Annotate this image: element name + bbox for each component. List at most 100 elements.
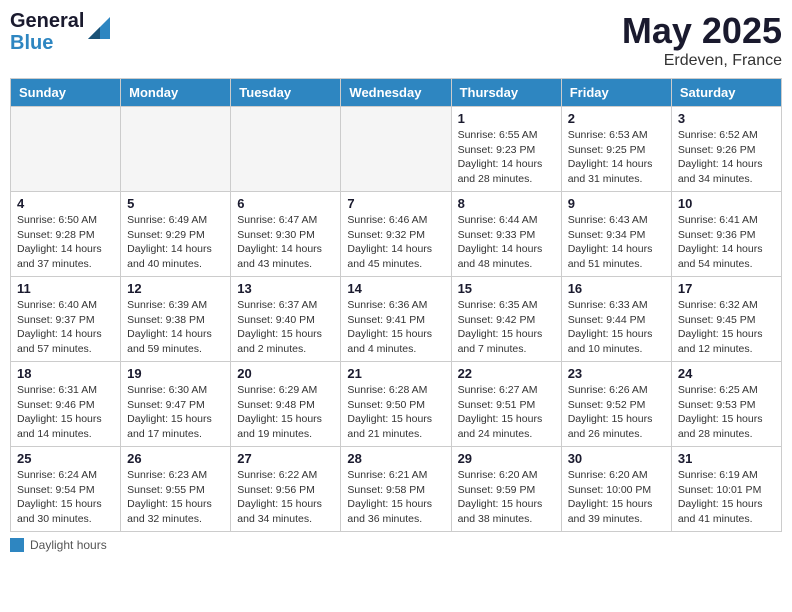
day-info: Sunrise: 6:32 AM Sunset: 9:45 PM Dayligh…: [678, 298, 775, 357]
day-info: Sunrise: 6:27 AM Sunset: 9:51 PM Dayligh…: [458, 383, 555, 442]
day-number: 31: [678, 451, 775, 466]
calendar-cell: [341, 107, 451, 192]
calendar-cell: [231, 107, 341, 192]
day-number: 21: [347, 366, 444, 381]
day-number: 4: [17, 196, 114, 211]
day-info: Sunrise: 6:20 AM Sunset: 9:59 PM Dayligh…: [458, 468, 555, 527]
day-number: 25: [17, 451, 114, 466]
calendar-cell: 17 Sunrise: 6:32 AM Sunset: 9:45 PM Dayli…: [671, 277, 781, 362]
day-info: Sunrise: 6:21 AM Sunset: 9:58 PM Dayligh…: [347, 468, 444, 527]
calendar-cell: 13 Sunrise: 6:37 AM Sunset: 9:40 PM Dayli…: [231, 277, 341, 362]
day-number: 19: [127, 366, 224, 381]
day-number: 30: [568, 451, 665, 466]
day-number: 16: [568, 281, 665, 296]
day-info: Sunrise: 6:20 AM Sunset: 10:00 PM Daylig…: [568, 468, 665, 527]
calendar-cell: 12Sunrise: 6:39 AM Sunset: 9:38 PM Dayli…: [121, 277, 231, 362]
day-info: Sunrise: 6:52 AM Sunset: 9:26 PM Dayligh…: [678, 128, 775, 187]
footer-note: Daylight hours: [10, 538, 782, 552]
week-row-4: 18 Sunrise: 6:31 AM Sunset: 9:46 PM Dayli…: [11, 362, 782, 447]
day-info: Sunrise: 6:49 AM Sunset: 9:29 PM Dayligh…: [127, 213, 224, 272]
day-number: 26: [127, 451, 224, 466]
day-number: 17: [678, 281, 775, 296]
day-header-friday: Friday: [561, 79, 671, 107]
week-row-3: 11 Sunrise: 6:40 AM Sunset: 9:37 PM Dayli…: [11, 277, 782, 362]
calendar-cell: 21Sunrise: 6:28 AM Sunset: 9:50 PM Dayli…: [341, 362, 451, 447]
day-info: Sunrise: 6:47 AM Sunset: 9:30 PM Dayligh…: [237, 213, 334, 272]
calendar-cell: 30 Sunrise: 6:20 AM Sunset: 10:00 PM Dayl…: [561, 447, 671, 532]
calendar-cell: 28Sunrise: 6:21 AM Sunset: 9:58 PM Dayli…: [341, 447, 451, 532]
week-row-2: 4 Sunrise: 6:50 AM Sunset: 9:28 PM Daylig…: [11, 192, 782, 277]
day-header-thursday: Thursday: [451, 79, 561, 107]
calendar-cell: [121, 107, 231, 192]
header: GeneralBlue May 2025 Erdeven, France: [10, 10, 782, 70]
legend-box: [10, 538, 24, 552]
day-number: 12: [127, 281, 224, 296]
day-header-saturday: Saturday: [671, 79, 781, 107]
day-number: 11: [17, 281, 114, 296]
day-info: Sunrise: 6:55 AM Sunset: 9:23 PM Dayligh…: [458, 128, 555, 187]
day-info: Sunrise: 6:36 AM Sunset: 9:41 PM Dayligh…: [347, 298, 444, 357]
calendar-table: SundayMondayTuesdayWednesdayThursdayFrid…: [10, 78, 782, 532]
calendar-cell: 26Sunrise: 6:23 AM Sunset: 9:55 PM Dayli…: [121, 447, 231, 532]
day-info: Sunrise: 6:37 AM Sunset: 9:40 PM Dayligh…: [237, 298, 334, 357]
week-row-1: 1 Sunrise: 6:55 AM Sunset: 9:23 PM Daylig…: [11, 107, 782, 192]
calendar-cell: 18 Sunrise: 6:31 AM Sunset: 9:46 PM Dayli…: [11, 362, 121, 447]
day-number: 29: [458, 451, 555, 466]
day-info: Sunrise: 6:22 AM Sunset: 9:56 PM Dayligh…: [237, 468, 334, 527]
calendar-cell: 4 Sunrise: 6:50 AM Sunset: 9:28 PM Daylig…: [11, 192, 121, 277]
day-info: Sunrise: 6:26 AM Sunset: 9:52 PM Dayligh…: [568, 383, 665, 442]
day-number: 7: [347, 196, 444, 211]
calendar-cell: 5 Sunrise: 6:49 AM Sunset: 9:29 PM Daylig…: [121, 192, 231, 277]
day-number: 9: [568, 196, 665, 211]
day-number: 22: [458, 366, 555, 381]
calendar-cell: [11, 107, 121, 192]
calendar-cell: 16 Sunrise: 6:33 AM Sunset: 9:44 PM Dayli…: [561, 277, 671, 362]
calendar-cell: 31Sunrise: 6:19 AM Sunset: 10:01 PM Dayl…: [671, 447, 781, 532]
day-info: Sunrise: 6:41 AM Sunset: 9:36 PM Dayligh…: [678, 213, 775, 272]
day-number: 2: [568, 111, 665, 126]
day-info: Sunrise: 6:44 AM Sunset: 9:33 PM Dayligh…: [458, 213, 555, 272]
day-info: Sunrise: 6:50 AM Sunset: 9:28 PM Dayligh…: [17, 213, 114, 272]
day-header-tuesday: Tuesday: [231, 79, 341, 107]
calendar-cell: 23 Sunrise: 6:26 AM Sunset: 9:52 PM Dayli…: [561, 362, 671, 447]
calendar-cell: 14 Sunrise: 6:36 AM Sunset: 9:41 PM Dayli…: [341, 277, 451, 362]
day-header-sunday: Sunday: [11, 79, 121, 107]
calendar-cell: 10 Sunrise: 6:41 AM Sunset: 9:36 PM Dayli…: [671, 192, 781, 277]
logo: GeneralBlue: [10, 10, 110, 54]
day-info: Sunrise: 6:30 AM Sunset: 9:47 PM Dayligh…: [127, 383, 224, 442]
day-header-monday: Monday: [121, 79, 231, 107]
day-number: 24: [678, 366, 775, 381]
calendar-cell: 8 Sunrise: 6:44 AM Sunset: 9:33 PM Daylig…: [451, 192, 561, 277]
day-info: Sunrise: 6:46 AM Sunset: 9:32 PM Dayligh…: [347, 213, 444, 272]
calendar-cell: 3Sunrise: 6:52 AM Sunset: 9:26 PM Daylig…: [671, 107, 781, 192]
day-number: 5: [127, 196, 224, 211]
day-info: Sunrise: 6:43 AM Sunset: 9:34 PM Dayligh…: [568, 213, 665, 272]
calendar-cell: 6 Sunrise: 6:47 AM Sunset: 9:30 PM Daylig…: [231, 192, 341, 277]
calendar-cell: 20 Sunrise: 6:29 AM Sunset: 9:48 PM Dayli…: [231, 362, 341, 447]
calendar-cell: 7 Sunrise: 6:46 AM Sunset: 9:32 PM Daylig…: [341, 192, 451, 277]
day-info: Sunrise: 6:40 AM Sunset: 9:37 PM Dayligh…: [17, 298, 114, 357]
day-number: 18: [17, 366, 114, 381]
day-info: Sunrise: 6:29 AM Sunset: 9:48 PM Dayligh…: [237, 383, 334, 442]
day-number: 23: [568, 366, 665, 381]
calendar-cell: 22 Sunrise: 6:27 AM Sunset: 9:51 PM Dayli…: [451, 362, 561, 447]
day-info: Sunrise: 6:33 AM Sunset: 9:44 PM Dayligh…: [568, 298, 665, 357]
calendar-cell: 1 Sunrise: 6:55 AM Sunset: 9:23 PM Daylig…: [451, 107, 561, 192]
month-title: May 2025: [622, 10, 782, 52]
calendar-cell: 15Sunrise: 6:35 AM Sunset: 9:42 PM Dayli…: [451, 277, 561, 362]
footer-label: Daylight hours: [30, 538, 107, 552]
day-number: 6: [237, 196, 334, 211]
day-number: 8: [458, 196, 555, 211]
title-area: May 2025 Erdeven, France: [622, 10, 782, 70]
day-number: 10: [678, 196, 775, 211]
week-row-5: 25 Sunrise: 6:24 AM Sunset: 9:54 PM Dayli…: [11, 447, 782, 532]
day-header-wednesday: Wednesday: [341, 79, 451, 107]
day-number: 1: [458, 111, 555, 126]
day-number: 20: [237, 366, 334, 381]
day-number: 13: [237, 281, 334, 296]
day-info: Sunrise: 6:31 AM Sunset: 9:46 PM Dayligh…: [17, 383, 114, 442]
day-number: 14: [347, 281, 444, 296]
calendar-cell: 2Sunrise: 6:53 AM Sunset: 9:25 PM Daylig…: [561, 107, 671, 192]
calendar-cell: 11 Sunrise: 6:40 AM Sunset: 9:37 PM Dayli…: [11, 277, 121, 362]
day-info: Sunrise: 6:24 AM Sunset: 9:54 PM Dayligh…: [17, 468, 114, 527]
